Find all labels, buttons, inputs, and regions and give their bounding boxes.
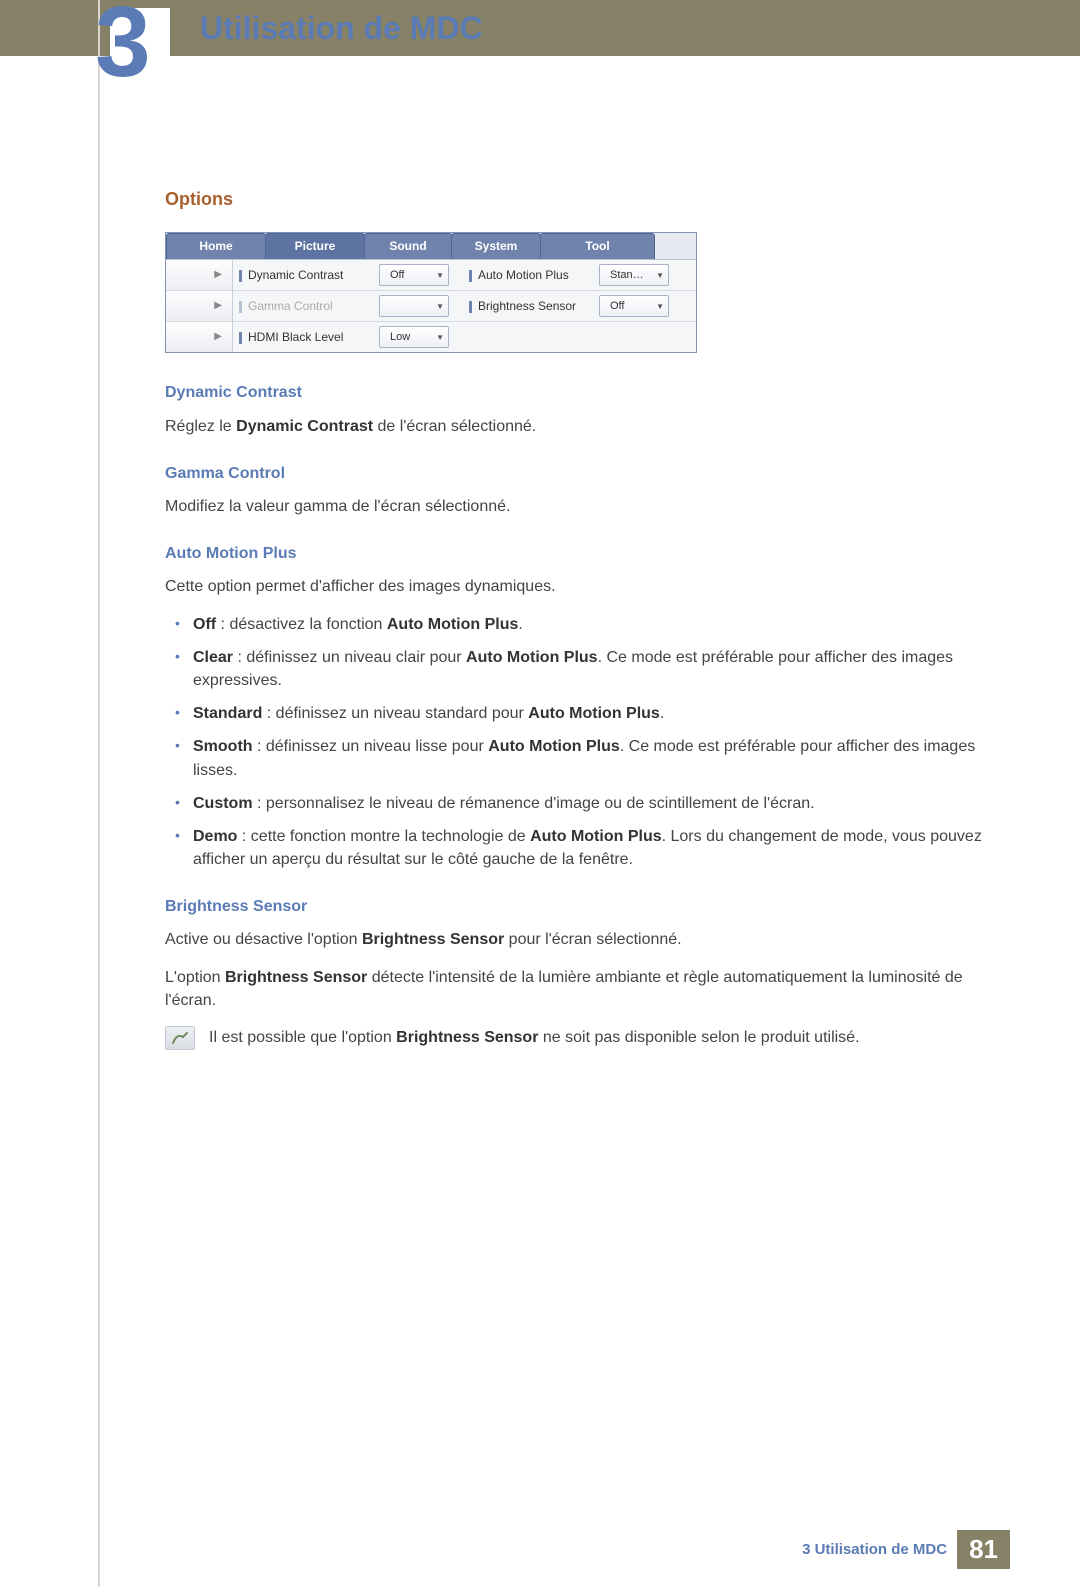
option-row: HDMI Black Level Low▼	[233, 322, 696, 352]
dropdown-auto-motion-plus[interactable]: Stan…▼	[599, 264, 669, 286]
paragraph: Active ou désactive l'option Brightness …	[165, 928, 990, 951]
chevron-down-icon: ▼	[436, 332, 444, 344]
heading-gamma-control: Gamma Control	[165, 462, 990, 485]
page-footer: 3 Utilisation de MDC 81	[802, 1530, 1010, 1569]
panel-tabs: Home Picture Sound System Tool	[166, 233, 696, 260]
list-item: Standard : définissez un niveau standard…	[165, 702, 990, 725]
tab-system[interactable]: System	[451, 233, 541, 259]
label-gamma-control: Gamma Control	[233, 298, 379, 315]
auto-motion-plus-list: Off : désactivez la fonction Auto Motion…	[165, 613, 990, 872]
left-margin-rule	[98, 0, 100, 1587]
heading-dynamic-contrast: Dynamic Contrast	[165, 381, 990, 404]
tab-home[interactable]: Home	[166, 233, 266, 259]
paragraph: L'option Brightness Sensor détecte l'int…	[165, 966, 990, 1012]
chevron-down-icon: ▼	[436, 301, 444, 313]
list-item: Off : désactivez la fonction Auto Motion…	[165, 613, 990, 636]
chevron-down-icon: ▼	[656, 301, 664, 313]
option-row: Gamma Control ▼ Brightness Sensor Off▼	[233, 291, 696, 322]
dropdown-gamma-control: ▼	[379, 295, 449, 317]
side-row[interactable]: ▶	[166, 291, 232, 322]
label-dynamic-contrast: Dynamic Contrast	[233, 267, 379, 284]
paragraph: Réglez le Dynamic Contrast de l'écran sé…	[165, 415, 990, 438]
list-item: Smooth : définissez un niveau lisse pour…	[165, 735, 990, 781]
chevron-right-icon: ▶	[214, 330, 222, 345]
label-brightness-sensor: Brightness Sensor	[463, 298, 599, 315]
chevron-down-icon: ▼	[656, 270, 664, 282]
footer-chapter-label: 3 Utilisation de MDC	[802, 1541, 947, 1558]
tab-tool[interactable]: Tool	[540, 233, 655, 259]
side-row[interactable]: ▶	[166, 322, 232, 352]
label-hdmi-black-level: HDMI Black Level	[233, 329, 379, 346]
label-auto-motion-plus: Auto Motion Plus	[463, 267, 599, 284]
chevron-right-icon: ▶	[214, 268, 222, 283]
chapter-number-badge: 3	[80, 0, 170, 120]
note-icon	[165, 1026, 195, 1050]
chapter-number: 3	[95, 0, 151, 100]
tab-sound[interactable]: Sound	[364, 233, 452, 259]
paragraph: Modifiez la valeur gamma de l'écran séle…	[165, 495, 990, 518]
heading-brightness-sensor: Brightness Sensor	[165, 895, 990, 918]
dropdown-hdmi-black-level[interactable]: Low▼	[379, 326, 449, 348]
chevron-right-icon: ▶	[214, 299, 222, 314]
panel-side-column: ▶ ▶ ▶	[166, 260, 233, 352]
section-title: Options	[165, 186, 990, 212]
note: Il est possible que l'option Brightness …	[165, 1026, 990, 1050]
options-panel: Home Picture Sound System Tool ▶ ▶ ▶ Dyn…	[165, 232, 697, 353]
list-item: Clear : définissez un niveau clair pour …	[165, 646, 990, 692]
paragraph: Cette option permet d'afficher des image…	[165, 575, 990, 598]
note-text: Il est possible que l'option Brightness …	[209, 1026, 860, 1049]
page-number: 81	[957, 1530, 1010, 1569]
list-item: Demo : cette fonction montre la technolo…	[165, 825, 990, 871]
dropdown-brightness-sensor[interactable]: Off▼	[599, 295, 669, 317]
list-item: Custom : personnalisez le niveau de réma…	[165, 792, 990, 815]
dropdown-dynamic-contrast[interactable]: Off▼	[379, 264, 449, 286]
chapter-title: Utilisation de MDC	[200, 10, 483, 47]
chevron-down-icon: ▼	[436, 270, 444, 282]
side-row[interactable]: ▶	[166, 260, 232, 291]
tab-picture[interactable]: Picture	[265, 233, 365, 259]
option-row: Dynamic Contrast Off▼ Auto Motion Plus S…	[233, 260, 696, 291]
heading-auto-motion-plus: Auto Motion Plus	[165, 542, 990, 565]
